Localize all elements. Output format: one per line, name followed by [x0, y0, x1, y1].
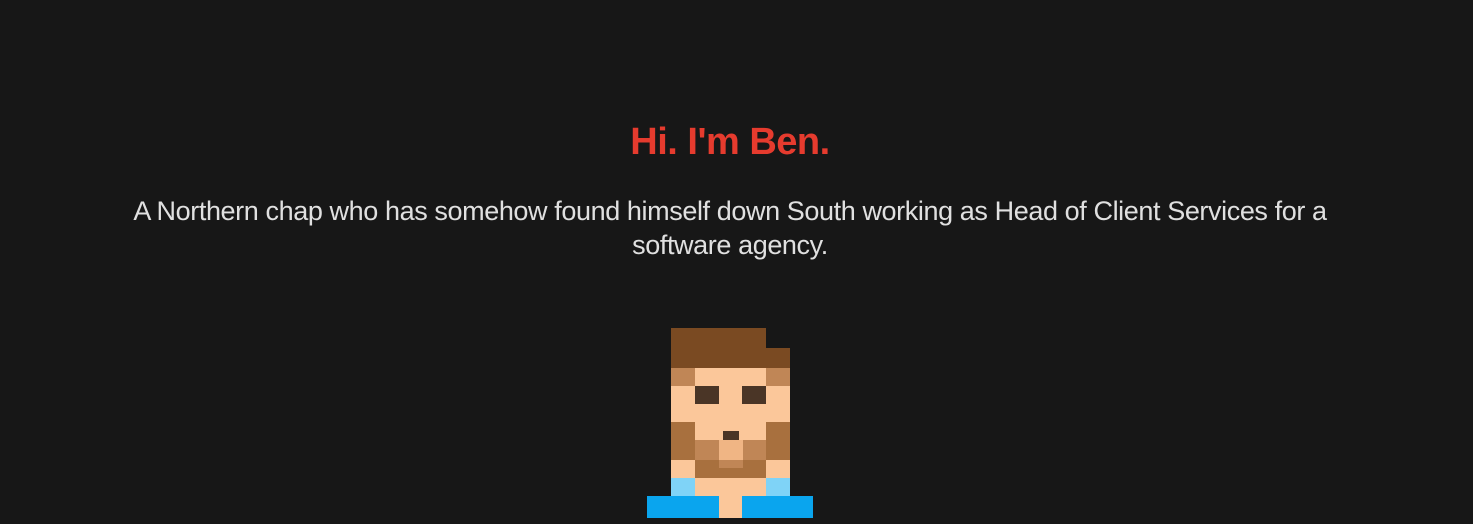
avatar-hair-tuft — [766, 348, 790, 368]
pixel-avatar-icon — [647, 328, 813, 518]
avatar-beard — [671, 422, 695, 460]
avatar-eye-right — [742, 386, 766, 404]
intro-text: A Northern chap who has somehow found hi… — [133, 196, 1327, 260]
avatar-hair — [671, 328, 766, 368]
avatar-mouth — [723, 431, 739, 440]
hero-section: Hi. I'm Ben. A Northern chap who has som… — [0, 0, 1473, 524]
page-title: Hi. I'm Ben. — [630, 121, 830, 163]
avatar-shirt — [647, 496, 719, 518]
avatar-eye-left — [695, 386, 719, 404]
